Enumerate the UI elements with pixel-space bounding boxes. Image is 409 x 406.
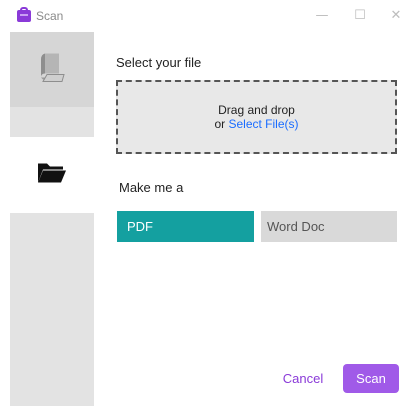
app-icon [17,7,31,22]
dropzone-text: Drag and drop [218,103,295,117]
dropzone-or-text: or [214,117,229,131]
maximize-button[interactable]: ☐ [348,6,372,24]
select-file-label: Select your file [116,55,202,70]
scan-button[interactable]: Scan [343,364,399,393]
book-scan-icon [37,51,67,88]
make-me-label: Make me a [119,180,184,195]
folder-icon [37,161,67,190]
sidebar-item-open-file[interactable] [10,137,94,213]
sidebar [10,32,94,406]
close-button[interactable]: ✕ [384,6,408,24]
format-pdf-button[interactable]: PDF [117,211,254,242]
select-files-link[interactable]: Select File(s) [229,117,299,131]
sidebar-item-scan[interactable] [10,32,94,107]
window-title: Scan [36,9,64,23]
title-bar: Scan — ☐ ✕ [0,0,409,30]
file-dropzone[interactable]: Drag and drop or Select File(s) [116,80,397,154]
cancel-button[interactable]: Cancel [278,366,328,390]
minimize-button[interactable]: — [310,6,334,24]
dropzone-subtext: or Select File(s) [214,117,298,131]
format-word-button[interactable]: Word Doc [261,211,397,242]
